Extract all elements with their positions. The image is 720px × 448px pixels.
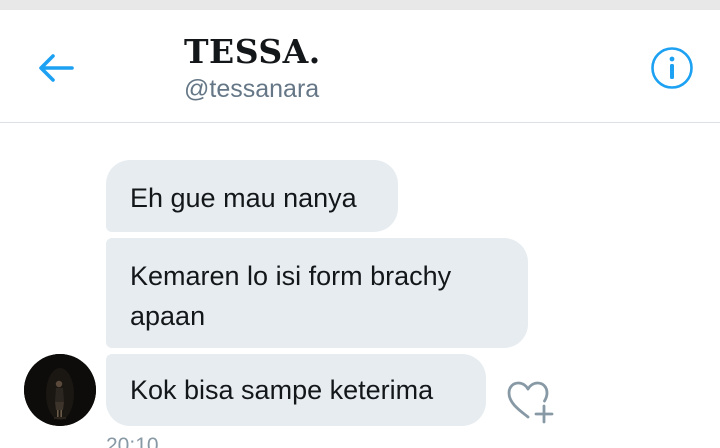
message-bubble[interactable]: Kok bisa sampe keterima [106,354,486,426]
conversation-header: TESSA. @tessanara [0,10,720,123]
info-circle-icon [651,47,693,89]
message-bubble[interactable]: Kemaren lo isi form brachy apaan [106,238,528,348]
message-thread: Eh gue mau nanya Kemaren lo isi form bra… [0,124,720,448]
arrow-left-icon [39,54,74,82]
heart-plus-icon [507,381,554,424]
back-button[interactable] [30,48,82,88]
message-bubble[interactable]: Eh gue mau nanya [106,160,398,232]
avatar-photo [24,354,96,426]
avatar[interactable] [24,354,96,426]
contact-name: TESSA. [184,32,321,71]
conversation-title: TESSA. @tessanara [184,32,321,104]
message-timestamp: 20:10 [106,434,159,448]
info-button[interactable] [648,44,696,92]
contact-handle: @tessanara [184,75,320,103]
like-button[interactable] [502,376,554,428]
status-bar-strip [0,0,720,10]
